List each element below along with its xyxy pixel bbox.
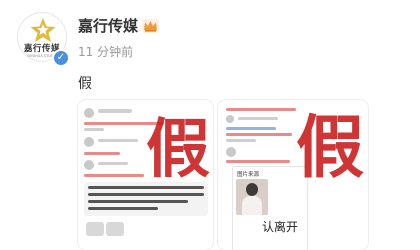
screenshot-line bbox=[226, 127, 276, 130]
screenshot-line bbox=[226, 139, 256, 142]
screenshot-avatar bbox=[226, 147, 236, 157]
post-text: 假 bbox=[78, 76, 92, 92]
screenshot-avatar bbox=[226, 115, 234, 123]
verified-badge-icon: ✓ bbox=[52, 49, 70, 67]
screenshot-line bbox=[84, 152, 120, 155]
screenshot-line bbox=[98, 162, 128, 165]
account-name-row: 嘉行传媒 bbox=[78, 15, 160, 36]
screenshot-line bbox=[88, 193, 204, 196]
person-photo-icon bbox=[236, 179, 268, 215]
fake-stamp-2: 假 bbox=[296, 108, 365, 188]
screenshot-line bbox=[88, 207, 158, 210]
screenshot-line bbox=[226, 108, 296, 111]
screenshot-line bbox=[84, 174, 144, 177]
screenshot-line bbox=[226, 133, 292, 136]
card-title: 图片来源 bbox=[237, 172, 260, 178]
screenshot-avatar bbox=[84, 108, 94, 118]
screenshot-line bbox=[226, 160, 290, 163]
crown-icon bbox=[142, 18, 160, 33]
screenshot-avatar bbox=[84, 160, 94, 170]
fake-stamp-1: 假 bbox=[146, 112, 210, 187]
screenshot-line bbox=[238, 117, 278, 120]
post-image-1[interactable]: 假 bbox=[78, 100, 213, 250]
card-caption: 认离开 bbox=[262, 220, 299, 234]
screenshot-avatar bbox=[84, 137, 94, 147]
screenshot-line bbox=[88, 200, 188, 203]
post-image-2[interactable]: 图片来源 假 认离开 bbox=[218, 100, 368, 250]
account-name[interactable]: 嘉行传媒 bbox=[78, 15, 138, 36]
screenshot-thumbnail bbox=[106, 222, 124, 236]
screenshot-line bbox=[98, 109, 132, 113]
star-logo-icon bbox=[30, 18, 56, 42]
post-timestamp[interactable]: 11 分钟前 bbox=[78, 43, 133, 60]
screenshot-thumbnail bbox=[86, 222, 104, 236]
screenshot-line bbox=[84, 128, 104, 131]
screenshot-line bbox=[98, 139, 138, 142]
